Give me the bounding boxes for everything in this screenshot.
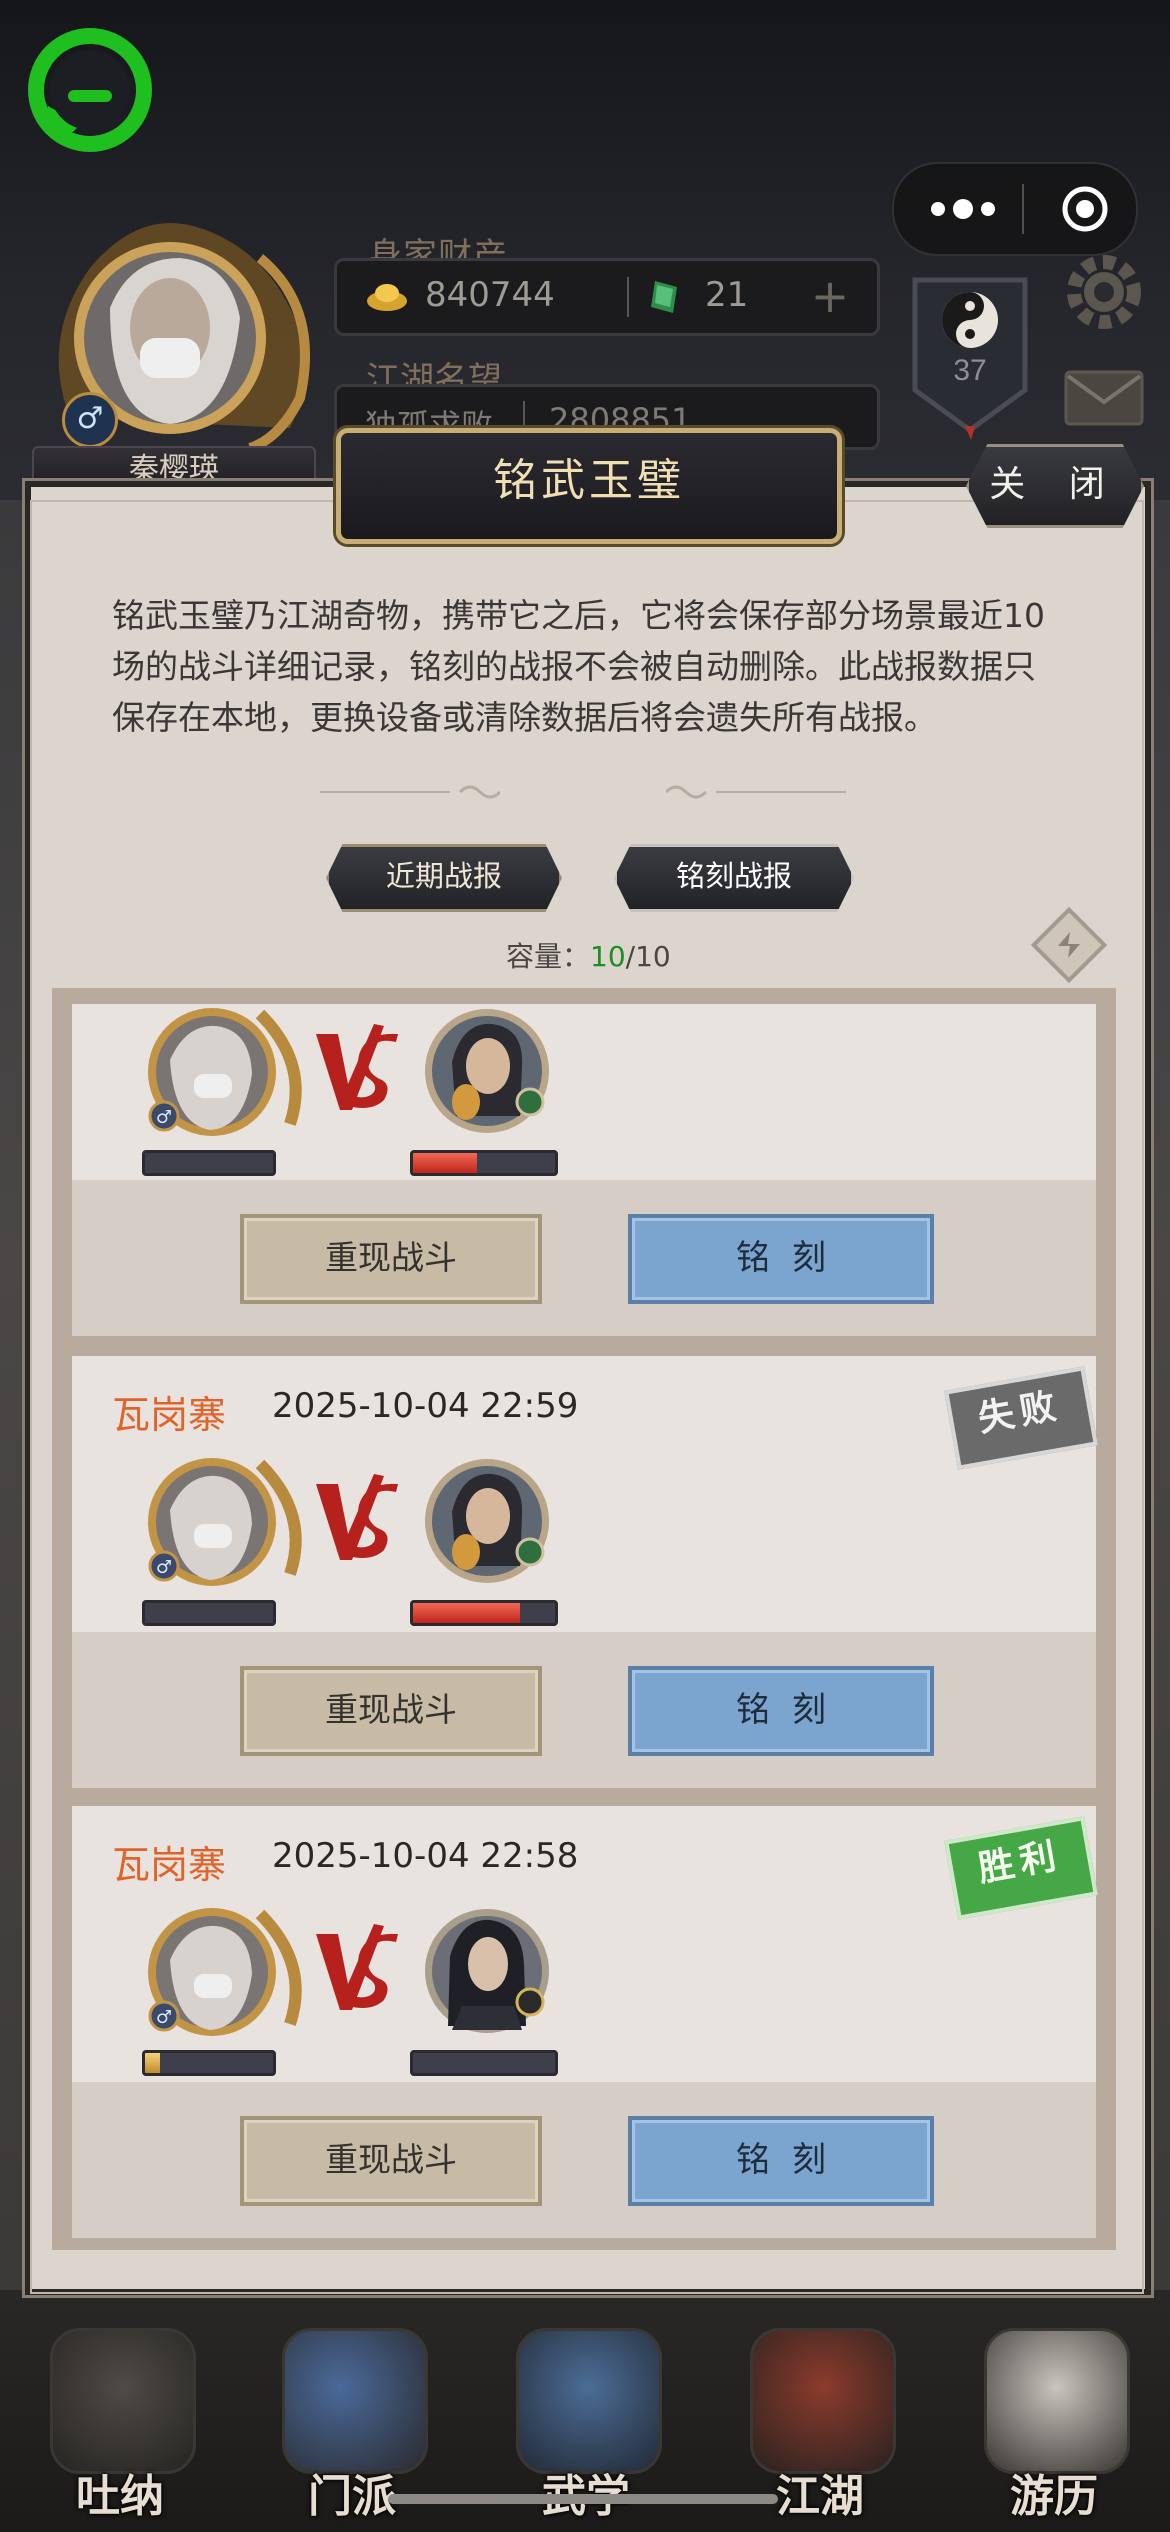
enemy-hp-bar [410, 1150, 558, 1176]
capsule-divider [1022, 184, 1024, 234]
engrave-button[interactable]: 铭刻 [628, 2116, 934, 2206]
svg-text:♂: ♂ [156, 1557, 172, 1578]
versus-icon [316, 1024, 398, 1110]
wealth-divider [627, 277, 629, 317]
horse-icon [984, 2328, 1130, 2474]
capacity-used: 10 [590, 940, 626, 973]
player-hp-bar [142, 1150, 276, 1176]
enemy-hp-fill [413, 1153, 477, 1173]
battle-location: 瓦岗寨 [112, 1843, 227, 1887]
battle-datetime: 2025-10-04 22:58 [272, 1836, 579, 1876]
enemy-battle-avatar [425, 1009, 549, 1133]
enemy-hp-bar [410, 2050, 558, 2076]
player-battle-avatar: ♂ [148, 1008, 302, 1136]
replay-battle-button[interactable]: 重现战斗 [240, 1214, 542, 1304]
replay-battle-button[interactable]: 重现战斗 [240, 1666, 542, 1756]
jade-amount: 21 [705, 275, 749, 315]
gold-amount: 840744 [425, 275, 555, 315]
meditation-icon [50, 2328, 196, 2474]
replay-battle-button[interactable]: 重现战斗 [240, 2116, 542, 2206]
male-gender-icon: ♂ [62, 392, 118, 448]
nav-label: 游历 [1010, 2471, 1098, 2522]
battle-datetime: 2025-10-04 22:59 [272, 1386, 579, 1426]
svg-text:♂: ♂ [156, 1107, 172, 1128]
nav-label: 武学 [496, 2460, 676, 2524]
dialog-title: 铭武玉璧 [493, 455, 685, 506]
card-actions: 重现战斗 铭刻 [72, 2082, 1096, 2238]
engrave-button[interactable]: 铭刻 [628, 1214, 934, 1304]
gold-ingot-icon [367, 284, 407, 311]
enemy-battle-avatar [425, 1459, 549, 1583]
player-hp-fill [145, 2053, 161, 2073]
jade-icon [651, 281, 677, 313]
nav-meditation[interactable]: 吐纳 [30, 2318, 210, 2532]
player-hp-bar [142, 1600, 276, 1626]
player-battle-avatar: ♂ [148, 1458, 302, 1586]
divider-ornament-right [666, 785, 846, 799]
martial-book-icon [516, 2328, 662, 2474]
nav-label: 江湖 [776, 2471, 864, 2522]
battle-location: 瓦岗寨 [112, 1393, 227, 1437]
player-hp-bar [142, 2050, 276, 2076]
more-options-icon[interactable] [928, 194, 998, 224]
svg-text:♂: ♂ [156, 2007, 172, 2028]
sect-icon [282, 2328, 428, 2474]
versus-icon [316, 1474, 398, 1560]
gear-icon[interactable] [1062, 250, 1146, 334]
tab-recent-reports[interactable]: 近期战报 [326, 844, 562, 912]
capacity-total: /10 [625, 940, 671, 973]
enemy-hp-bar [410, 1600, 558, 1626]
card-actions: 重现战斗 铭刻 [72, 1632, 1096, 1788]
battle-card: 瓦岗寨 2025-10-04 22:58 胜利 ♂ 重现战斗 铭刻 [72, 1806, 1098, 2238]
close-miniprogram-icon[interactable] [1060, 184, 1110, 234]
engrave-button[interactable]: 铭刻 [628, 1666, 934, 1756]
jianghu-hat-icon [750, 2328, 896, 2474]
enemy-hp-fill [413, 1603, 520, 1623]
result-stamp-win: 胜利 [944, 1816, 1098, 1920]
refresh-icon[interactable] [1030, 906, 1108, 984]
dialog-description: 铭武玉璧乃江湖奇物，携带它之后，它将会保存部分场景最近10场的战斗详细记录，铭刻… [112, 596, 1045, 737]
battle-report-list[interactable]: ♂ 重现战斗 铭刻 瓦岗寨 2025-10-04 22:59 失败 ♂ 重现战斗… [52, 988, 1116, 2250]
wealth-bar: 840744 21 + [334, 258, 880, 336]
battle-card: 瓦岗寨 2025-10-04 22:59 失败 ♂ 重现战斗 铭刻 [72, 1356, 1098, 1788]
miniprogram-logo-icon[interactable] [28, 28, 152, 152]
divider-ornament-left [320, 785, 500, 799]
dialog-title-plate: 铭武玉璧 [336, 428, 842, 544]
capacity-indicator: 容量：10/10 [506, 935, 671, 975]
tab-engraved-reports[interactable]: 铭刻战报 [614, 844, 854, 912]
enemy-battle-avatar [425, 1909, 549, 2033]
rank-level: 37 [953, 354, 986, 387]
mail-icon[interactable] [1064, 370, 1144, 426]
capacity-label: 容量： [506, 940, 591, 973]
card-actions: 重现战斗 铭刻 [72, 1180, 1096, 1336]
add-currency-button[interactable]: + [805, 271, 855, 321]
close-button[interactable]: 关 闭 [966, 444, 1144, 528]
rank-emblem[interactable]: 37 [905, 240, 1035, 440]
result-stamp-lose: 失败 [944, 1366, 1098, 1470]
nav-travel[interactable]: 游历 [964, 2318, 1144, 2532]
battle-card: ♂ 重现战斗 铭刻 [72, 1004, 1096, 1336]
nav-label: 吐纳 [76, 2471, 164, 2522]
versus-icon [316, 1924, 398, 2010]
nav-label: 门派 [308, 2471, 396, 2522]
player-battle-avatar: ♂ [148, 1908, 302, 2036]
home-indicator [388, 2494, 778, 2504]
